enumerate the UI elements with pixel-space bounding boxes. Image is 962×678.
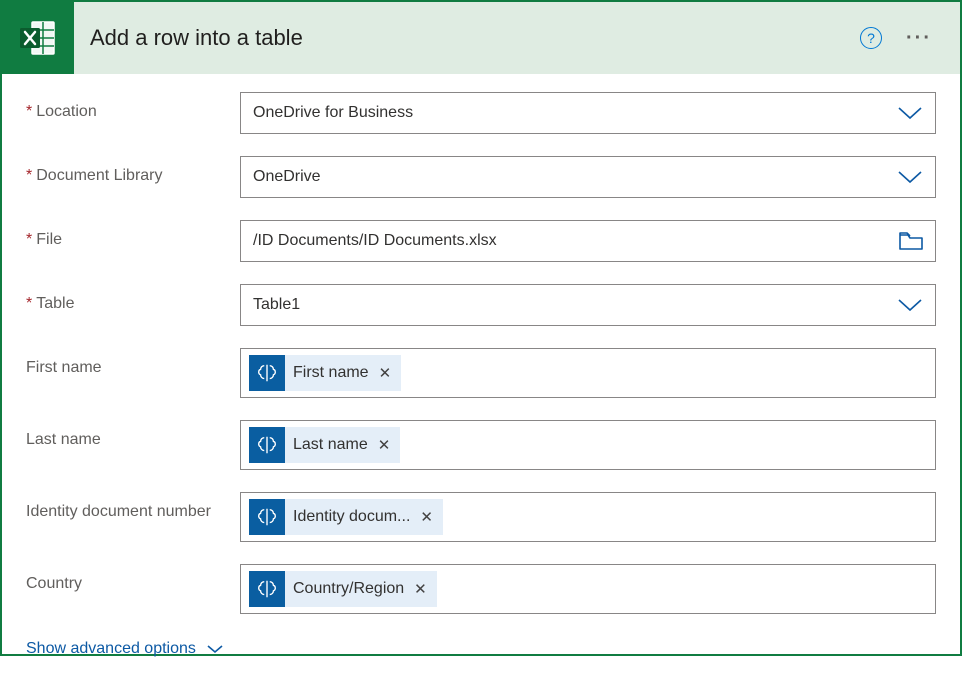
input-file[interactable]: /ID Documents/ID Documents.xlsx bbox=[240, 220, 936, 262]
row-location: Location OneDrive for Business bbox=[26, 92, 936, 134]
input-iddoc[interactable]: Identity docum... ✕ bbox=[240, 492, 936, 542]
token-remove-icon[interactable]: ✕ bbox=[377, 364, 392, 382]
label-lastname: Last name bbox=[26, 420, 240, 451]
label-country: Country bbox=[26, 564, 240, 595]
label-file: File bbox=[26, 220, 240, 251]
row-library: Document Library OneDrive bbox=[26, 156, 936, 198]
token-label: First name bbox=[293, 364, 369, 382]
ai-token-icon bbox=[249, 355, 285, 391]
header-actions: ? ··· bbox=[860, 27, 960, 49]
label-library: Document Library bbox=[26, 156, 240, 187]
folder-icon[interactable] bbox=[899, 231, 923, 251]
token-label: Identity docum... bbox=[293, 508, 410, 526]
chevron-down-icon bbox=[897, 106, 923, 120]
input-firstname[interactable]: First name ✕ bbox=[240, 348, 936, 398]
value-library: OneDrive bbox=[253, 168, 897, 186]
ai-token-icon bbox=[249, 427, 285, 463]
token-firstname[interactable]: First name ✕ bbox=[249, 355, 401, 391]
token-remove-icon[interactable]: ✕ bbox=[418, 508, 433, 526]
chevron-down-icon bbox=[206, 644, 224, 654]
token-label: Country/Region bbox=[293, 580, 404, 598]
token-label: Last name bbox=[293, 436, 368, 454]
chevron-down-icon bbox=[897, 170, 923, 184]
label-location: Location bbox=[26, 92, 240, 123]
value-location: OneDrive for Business bbox=[253, 104, 897, 122]
row-lastname: Last name Last name ✕ bbox=[26, 420, 936, 470]
value-table: Table1 bbox=[253, 296, 897, 314]
show-advanced-options[interactable]: Show advanced options bbox=[26, 640, 936, 658]
dropdown-location[interactable]: OneDrive for Business bbox=[240, 92, 936, 134]
token-iddoc[interactable]: Identity docum... ✕ bbox=[249, 499, 443, 535]
card-header: Add a row into a table ? ··· bbox=[2, 2, 960, 74]
dropdown-library[interactable]: OneDrive bbox=[240, 156, 936, 198]
card-body: Location OneDrive for Business Document … bbox=[2, 74, 960, 678]
ai-token-icon bbox=[249, 571, 285, 607]
card-title: Add a row into a table bbox=[74, 25, 860, 51]
token-lastname[interactable]: Last name ✕ bbox=[249, 427, 400, 463]
action-card: Add a row into a table ? ··· Location On… bbox=[0, 0, 962, 656]
token-remove-icon[interactable]: ✕ bbox=[412, 580, 427, 598]
help-icon[interactable]: ? bbox=[860, 27, 882, 49]
label-table: Table bbox=[26, 284, 240, 315]
row-file: File /ID Documents/ID Documents.xlsx bbox=[26, 220, 936, 262]
excel-icon bbox=[2, 2, 74, 74]
label-firstname: First name bbox=[26, 348, 240, 379]
more-menu-icon[interactable]: ··· bbox=[906, 28, 932, 48]
advanced-label: Show advanced options bbox=[26, 640, 196, 658]
dropdown-table[interactable]: Table1 bbox=[240, 284, 936, 326]
value-file: /ID Documents/ID Documents.xlsx bbox=[253, 232, 899, 250]
label-iddoc: Identity document number bbox=[26, 492, 240, 523]
token-remove-icon[interactable]: ✕ bbox=[376, 436, 391, 454]
input-country[interactable]: Country/Region ✕ bbox=[240, 564, 936, 614]
row-country: Country Country/Region ✕ bbox=[26, 564, 936, 614]
ai-token-icon bbox=[249, 499, 285, 535]
chevron-down-icon bbox=[897, 298, 923, 312]
row-iddoc: Identity document number Identity docum.… bbox=[26, 492, 936, 542]
row-table: Table Table1 bbox=[26, 284, 936, 326]
row-firstname: First name First name ✕ bbox=[26, 348, 936, 398]
input-lastname[interactable]: Last name ✕ bbox=[240, 420, 936, 470]
token-country[interactable]: Country/Region ✕ bbox=[249, 571, 437, 607]
